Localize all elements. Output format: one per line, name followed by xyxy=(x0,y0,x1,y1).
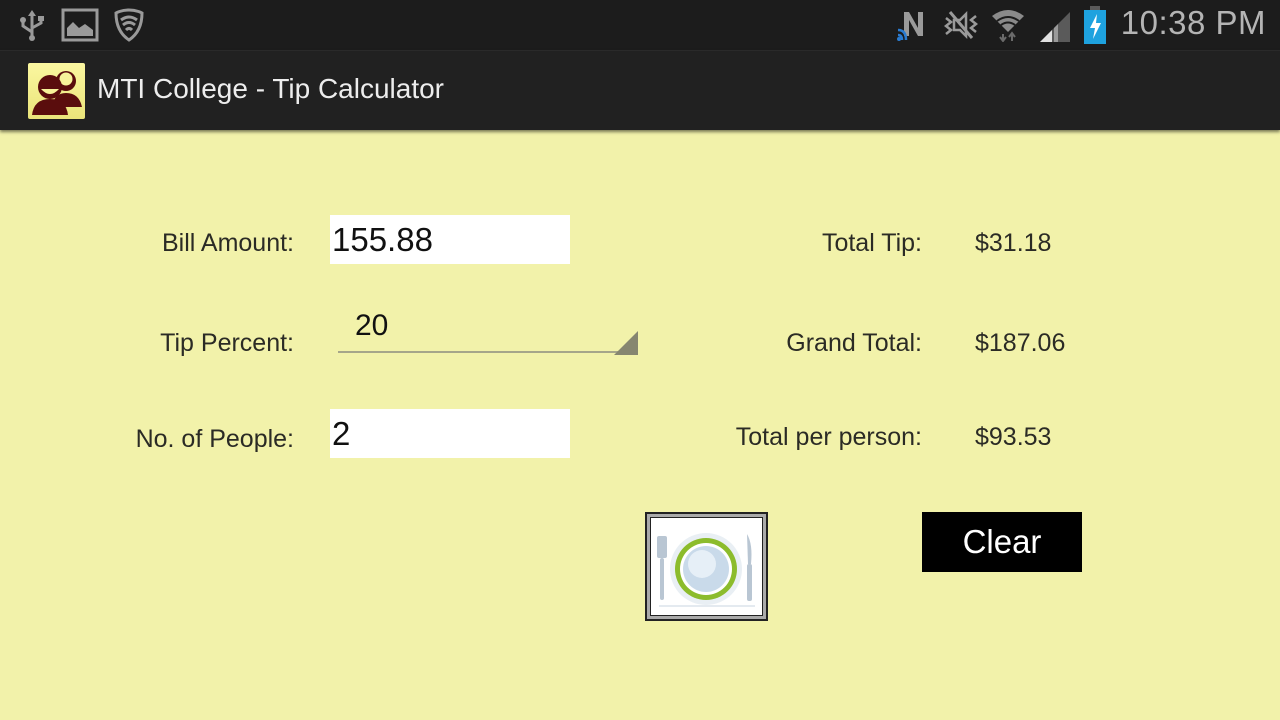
per-person-label: Total per person: xyxy=(735,423,922,451)
tip-percent-value: 20 xyxy=(355,309,389,342)
dropdown-arrow-icon xyxy=(614,331,638,355)
total-tip-value: $31.18 xyxy=(975,229,1052,257)
tip-percent-label: Tip Percent: xyxy=(160,329,294,357)
people-label: No. of People: xyxy=(135,425,294,453)
image-icon xyxy=(61,8,99,42)
tip-percent-spinner[interactable]: 20 xyxy=(338,305,638,355)
app-title: MTI College - Tip Calculator xyxy=(97,73,445,104)
people-icon xyxy=(32,71,82,115)
people-input[interactable]: 2 xyxy=(330,409,570,458)
per-person-value: $93.53 xyxy=(975,423,1052,451)
clock-time: 10:38 PM xyxy=(1120,4,1266,41)
wifi-icon xyxy=(992,10,1024,42)
calculate-button[interactable] xyxy=(645,512,768,621)
nfc-icon xyxy=(897,12,923,41)
grand-total-value: $187.06 xyxy=(975,329,1066,357)
battery-charging-icon xyxy=(1084,6,1106,44)
grand-total-label: Grand Total: xyxy=(786,329,922,357)
clear-button[interactable]: Clear xyxy=(922,512,1082,572)
shield-wifi-icon xyxy=(114,8,144,42)
spinner-underline xyxy=(338,351,618,353)
bill-amount-label: Bill Amount: xyxy=(161,229,294,257)
app-icon[interactable] xyxy=(28,63,85,119)
usb-icon xyxy=(20,10,44,41)
signal-icon xyxy=(1040,12,1070,42)
status-bar: 10:38 PM xyxy=(0,0,1280,50)
total-tip-label: Total Tip: xyxy=(821,229,922,257)
action-bar: MTI College - Tip Calculator xyxy=(0,50,1280,130)
mute-icon xyxy=(943,10,979,40)
bill-amount-input[interactable]: 155.88 xyxy=(330,215,570,264)
plate-cutlery-icon xyxy=(657,533,755,607)
